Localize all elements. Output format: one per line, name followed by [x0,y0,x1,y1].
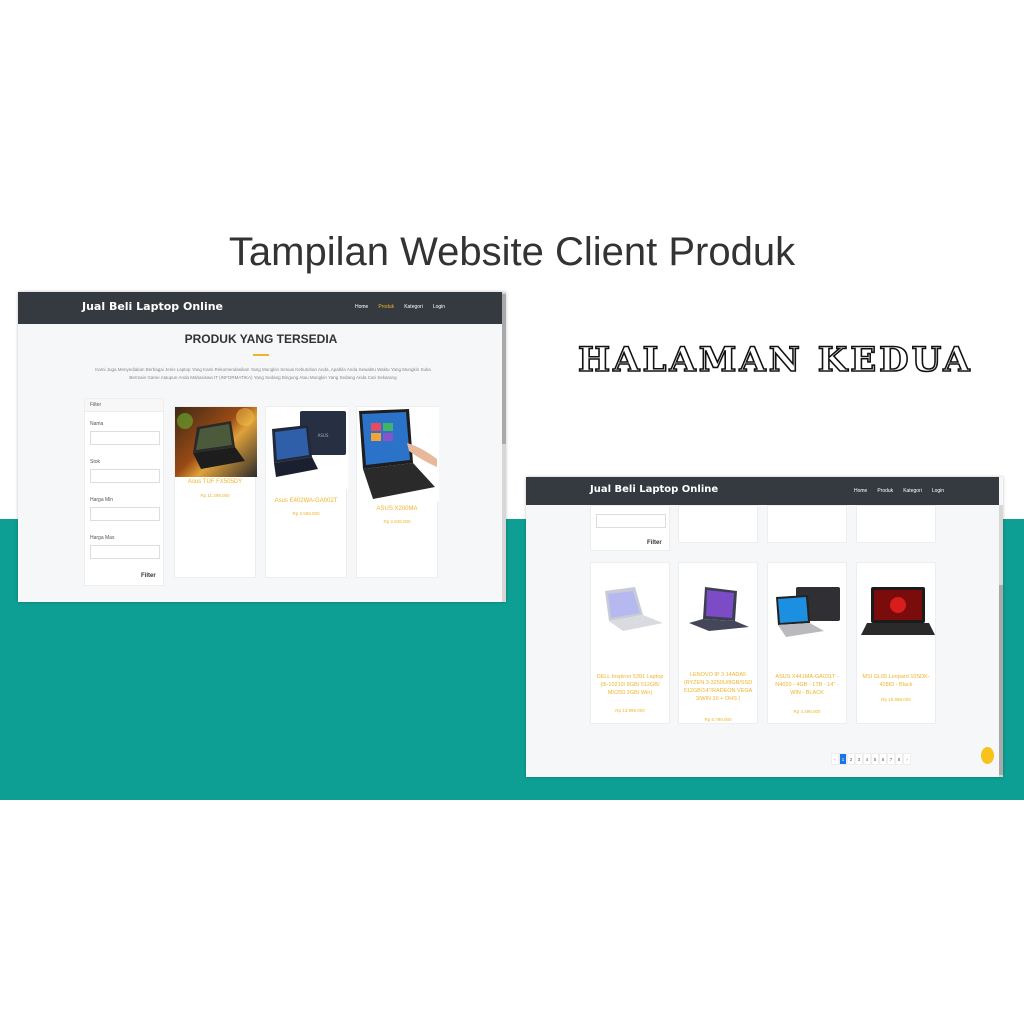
touchscreen-laptop-image [357,407,439,501]
product-card[interactable] [856,505,936,543]
pagination-page[interactable]: 8 [895,753,903,765]
floating-action-button[interactable] [981,747,994,764]
svg-text:ASUS: ASUS [318,433,329,438]
filter-panel: Filter Nama Stok Harga Min Harga Max Fil… [84,398,164,586]
pagination-next[interactable]: › [903,753,911,765]
slide-title: Tampilan Website Client Produk [228,230,796,274]
gaming-laptop-image [175,407,257,477]
product-name[interactable]: ASUS X200MA [359,505,435,513]
silver-laptop-image [591,583,671,643]
pagination-page[interactable]: 6 [879,753,887,765]
nav-links: Home Produk Kategori Login [854,488,944,494]
product-card[interactable] [767,505,847,543]
nav-kategori[interactable]: Kategori [404,304,423,310]
pagination-page[interactable]: 7 [887,753,895,765]
nav-produk[interactable]: Produk [877,488,893,494]
nav-kategori[interactable]: Kategori [903,488,922,494]
navbar: Jual Beli Laptop Online Home Produk Kate… [18,292,504,324]
product-card[interactable]: LENOVO IP 3 14ADA5 (RYZEN 3-3250U/8GB/SS… [678,562,758,724]
product-name[interactable]: ASUS X441MA-GA031T - N4020 - 4GB - 1TB -… [770,673,844,697]
filter-title: Filter [85,399,163,412]
brand-logo[interactable]: Jual Beli Laptop Online [590,484,718,495]
website-screenshot-2: Jual Beli Laptop Online Home Produk Kate… [526,477,1003,777]
product-price: Rp 2.849.000 [383,519,411,524]
product-price: Rp 11.299.000 [200,493,230,498]
nav-home[interactable]: Home [355,304,368,310]
product-card[interactable]: ASUS X200MA Rp 2.849.000 [356,406,439,578]
pagination-page[interactable]: 4 [863,753,871,765]
product-price: Rp 6.799.000 [704,717,732,722]
filter-label-harga-max: Harga Max [90,535,115,541]
product-name[interactable]: LENOVO IP 3 14ADA5 (RYZEN 3-3250U/8GB/SS… [681,671,755,703]
pagination-prev[interactable]: ‹ [831,753,839,765]
product-card[interactable]: DELL Inspiron 5391 Laptop (i5-10210/ 8GB… [590,562,670,724]
brand-logo[interactable]: Jual Beli Laptop Online [82,300,223,313]
filter-input[interactable] [596,514,666,528]
nav-home[interactable]: Home [854,488,867,494]
scrollbar[interactable] [999,505,1003,777]
product-name[interactable]: Asus E402WA-GA002T [268,497,344,505]
product-card[interactable]: MSI GL65 Leopard 10SDK-428ID - Black Rp … [856,562,936,724]
product-card[interactable]: Asus TUF FX505DY Rp 11.299.000 [174,406,257,578]
website-screenshot-1: Jual Beli Laptop Online Home Produk Kate… [18,292,506,602]
heading-underline [253,354,269,356]
filter-button[interactable]: Filter [141,573,156,579]
product-price: Rp 15.999.000 [881,697,911,702]
scroll-thumb[interactable] [502,294,506,444]
pagination: ‹ 1 2 3 4 5 6 7 8 › [831,753,911,765]
filter-label-nama: Nama [90,421,104,427]
pagination-page[interactable]: 3 [855,753,863,765]
nav-produk[interactable]: Produk [378,304,394,310]
product-card[interactable]: ASUS Asus E402WA-GA002T Rp 3.599.000 [265,406,348,578]
product-name[interactable]: Asus TUF FX505DY [177,478,253,486]
product-card[interactable]: ASUS X441MA-GA031T - N4020 - 4GB - 1TB -… [767,562,847,724]
filter-nama-input[interactable] [90,431,160,445]
pagination-page[interactable]: 2 [847,753,855,765]
filter-button[interactable]: Filter [647,540,662,546]
product-price: Rp 13.999.000 [615,708,645,713]
scroll-thumb[interactable] [999,585,1003,775]
pagination-page[interactable]: 5 [871,753,879,765]
pagination-page[interactable]: 1 [839,753,847,765]
slide-subtitle: HALAMAN KEDUA [577,339,973,381]
filter-panel: Filter [590,505,670,551]
product-card[interactable] [678,505,758,543]
product-name[interactable]: DELL Inspiron 5391 Laptop (i5-10210/ 8GB… [593,673,667,697]
filter-harga-min-input[interactable] [90,507,160,521]
filter-stok-input[interactable] [90,469,160,483]
nav-login[interactable]: Login [433,304,445,310]
product-price: Rp 4.499.000 [793,709,821,714]
page-heading: PRODUK YANG TERSEDIA [184,332,338,346]
page-description: Kami Juga Menyediakan Berbagai Jenis Lap… [95,367,431,380]
filter-label-harga-min: Harga Min [90,497,114,503]
product-name[interactable]: MSI GL65 Leopard 10SDK-428ID - Black [859,673,933,689]
navy-laptop-image: ASUS [266,407,348,489]
product-price: Rp 3.599.000 [292,511,320,516]
filter-label-stok: Stok [90,459,101,465]
msi-laptop-image [857,583,937,643]
nav-links: Home Produk Kategori Login [355,304,445,310]
windows-laptop-image [768,583,848,643]
slide: Tampilan Website Client Produk HALAMAN K… [0,0,1024,1024]
navbar: Jual Beli Laptop Online Home Produk Kate… [526,477,999,505]
filter-harga-max-input[interactable] [90,545,160,559]
nav-login[interactable]: Login [932,488,944,494]
purple-laptop-image [679,583,759,643]
